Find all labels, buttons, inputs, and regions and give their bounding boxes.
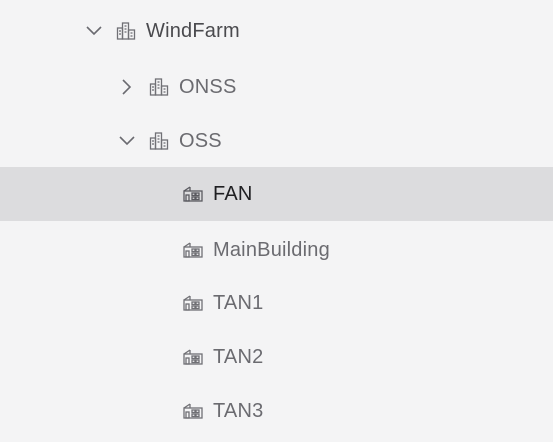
building-floor-icon: [182, 346, 204, 368]
tree-node-tan3[interactable]: TAN3: [0, 384, 553, 438]
tree-node-label: MainBuilding: [213, 238, 330, 261]
chevron-down-icon[interactable]: [83, 20, 105, 42]
tree-node-label: OSS: [179, 129, 222, 152]
tree-node-label: TAN1: [213, 291, 264, 314]
building-floor-icon: [182, 239, 204, 261]
tree-node-tan2[interactable]: TAN2: [0, 330, 553, 384]
tree-node-oss[interactable]: OSS: [0, 114, 553, 168]
tree-node-windfarm[interactable]: WindFarm: [0, 4, 553, 58]
building-floor-icon: [182, 292, 204, 314]
buildings-icon: [115, 20, 137, 42]
tree-node-label: WindFarm: [146, 19, 240, 42]
tree-node-label: TAN3: [213, 399, 264, 422]
chevron-right-icon[interactable]: [116, 76, 138, 98]
tree-node-fan[interactable]: FAN: [0, 167, 553, 221]
tree-node-mainbuilding[interactable]: MainBuilding: [0, 223, 553, 277]
tree-node-tan1[interactable]: TAN1: [0, 276, 553, 330]
tree-node-label: ONSS: [179, 75, 237, 98]
buildings-icon: [148, 130, 170, 152]
chevron-down-icon[interactable]: [116, 130, 138, 152]
tree-node-label: FAN: [213, 182, 253, 205]
tree-node-label: TAN2: [213, 345, 264, 368]
building-floor-icon: [182, 400, 204, 422]
buildings-icon: [148, 76, 170, 98]
tree-node-onss[interactable]: ONSS: [0, 60, 553, 114]
tree-view: WindFarm ONSS OSS FAN MainBuilding TAN1 …: [0, 0, 553, 442]
building-floor-icon: [182, 183, 204, 205]
